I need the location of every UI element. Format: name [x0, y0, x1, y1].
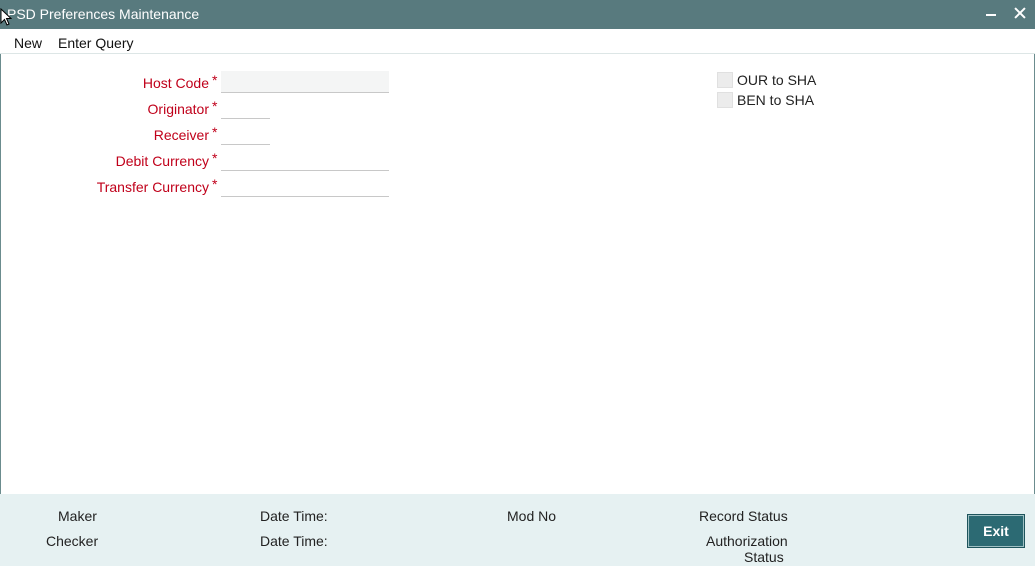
transfer-currency-field[interactable] — [221, 175, 389, 197]
receiver-field[interactable] — [221, 123, 270, 145]
ben-to-sha-label: BEN to SHA — [737, 92, 815, 108]
our-to-sha-checkbox[interactable] — [717, 72, 733, 88]
enter-query-menu-item[interactable]: Enter Query — [58, 35, 133, 51]
close-icon[interactable] — [1011, 4, 1029, 22]
originator-label: Originator — [147, 101, 209, 117]
title-bar: PSD Preferences Maintenance — [0, 0, 1035, 29]
checker-date-time-label: Date Time: — [260, 533, 328, 549]
debit-currency-field[interactable] — [221, 149, 389, 171]
host-code-field[interactable] — [221, 71, 389, 93]
authorization-status-label-line1: Authorization — [706, 533, 788, 549]
new-menu-item[interactable]: New — [14, 35, 42, 51]
host-code-label: Host Code — [142, 75, 209, 91]
audit-footer — [0, 494, 1035, 566]
debit-currency-label: Debit Currency — [115, 153, 209, 169]
originator-field[interactable] — [221, 97, 270, 119]
window-title: PSD Preferences Maintenance — [7, 6, 200, 22]
mouse-pointer-icon — [0, 8, 12, 26]
receiver-label: Receiver — [153, 127, 209, 143]
receiver-required-marker: * — [212, 124, 218, 140]
mod-no-label: Mod No — [507, 508, 557, 524]
exit-button[interactable]: Exit — [967, 514, 1025, 548]
host-code-required-marker: * — [212, 72, 218, 88]
menu-bar: New Enter Query — [0, 29, 1035, 54]
our-to-sha-label: OUR to SHA — [737, 72, 817, 88]
ben-to-sha-checkbox[interactable] — [717, 92, 733, 108]
maker-date-time-label: Date Time: — [260, 508, 328, 524]
minimize-icon[interactable] — [982, 4, 1000, 22]
transfer-currency-label: Transfer Currency — [96, 179, 209, 195]
record-status-label: Record Status — [699, 508, 788, 524]
authorization-status-label-line2: Status — [744, 549, 784, 565]
debit-currency-required-marker: * — [212, 150, 218, 166]
checker-label: Checker — [46, 533, 99, 549]
originator-required-marker: * — [212, 98, 218, 114]
maker-label: Maker — [58, 508, 97, 524]
transfer-currency-required-marker: * — [212, 176, 218, 192]
